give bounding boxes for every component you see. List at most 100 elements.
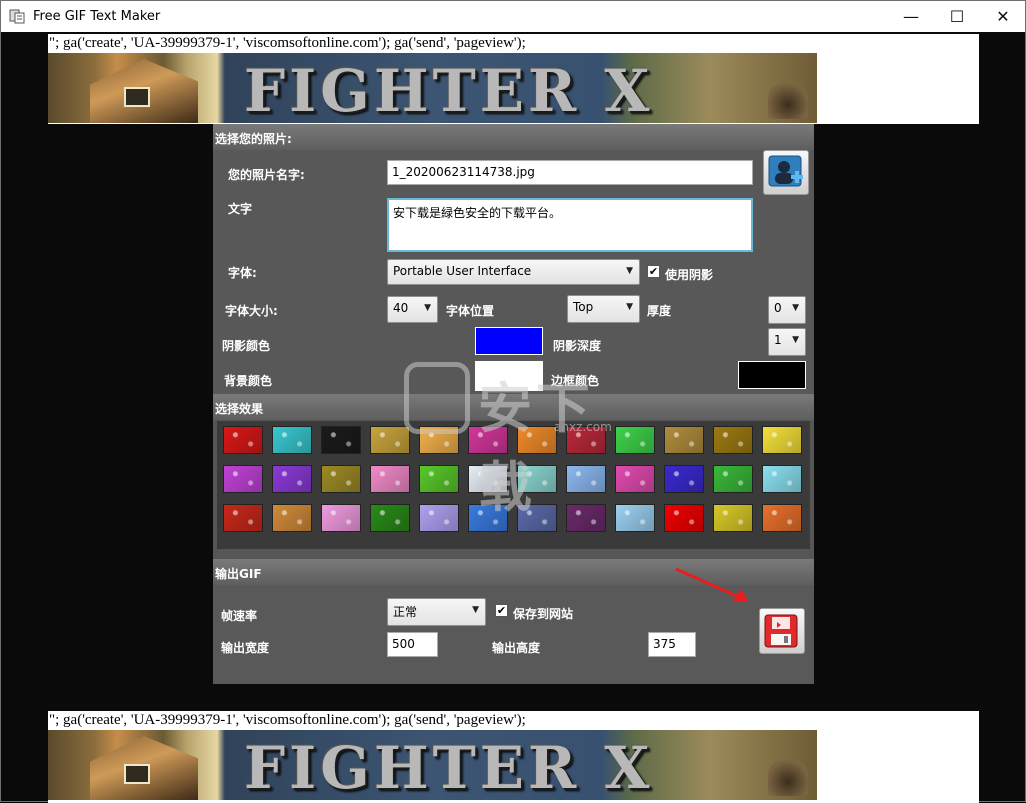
banner-logo-text: FIGHTER X (244, 57, 654, 123)
banner-barrel-art (768, 760, 808, 796)
effect-green-glitter[interactable] (615, 426, 655, 454)
title-bar: Free GIF Text Maker — ☐ ✕ (1, 1, 1025, 32)
save-to-site-checkbox[interactable]: ✔ (495, 604, 508, 617)
photo-name-input[interactable]: 1_20200623114738.jpg (387, 160, 753, 185)
browse-photo-button[interactable] (763, 150, 809, 195)
app-window: Free GIF Text Maker — ☐ ✕ "; ga('create'… (0, 0, 1026, 803)
effect-orange-stars[interactable] (517, 426, 557, 454)
effect-olive-glitter[interactable] (321, 465, 361, 493)
effect-gold-bar[interactable] (713, 426, 753, 454)
output-width-label: 输出宽度 (221, 641, 270, 655)
output-height-label: 输出高度 (492, 641, 541, 655)
effect-purple-sparkle[interactable] (272, 465, 312, 493)
shadow-depth-label: 阴影深度 (553, 339, 602, 353)
effect-yellow-shine[interactable] (762, 426, 802, 454)
user-add-icon (768, 155, 803, 187)
use-shadow-label: 使用阴影 (665, 268, 714, 282)
text-label: 文字 (228, 202, 253, 216)
effect-blue-night-stars[interactable] (664, 465, 704, 493)
chevron-down-icon: ▼ (792, 303, 799, 313)
close-button[interactable]: ✕ (980, 1, 1026, 32)
save-to-site-label: 保存到网站 (513, 607, 574, 621)
font-position-label: 字体位置 (446, 304, 495, 318)
frame-rate-select[interactable]: 正常 ▼ (387, 598, 486, 626)
app-icon (9, 9, 25, 24)
effect-blue-waves[interactable] (566, 465, 606, 493)
minimize-button[interactable]: — (888, 1, 934, 32)
bottom-web-embed: "; ga('create', 'UA-39999379-1', 'viscom… (48, 711, 979, 803)
chevron-down-icon: ▼ (424, 303, 431, 313)
effect-snow-dots[interactable] (468, 465, 508, 493)
shadow-color-label: 阴影颜色 (222, 339, 271, 353)
border-color-swatch[interactable] (738, 361, 806, 389)
banner-house-window (124, 87, 150, 107)
fighter-x-banner[interactable]: FIGHTER X (48, 730, 817, 800)
window-title: Free GIF Text Maker (33, 9, 161, 24)
effect-aqua-rays[interactable] (762, 465, 802, 493)
effects-grid (217, 421, 810, 549)
effect-green-gradient[interactable] (370, 504, 410, 532)
fighter-x-banner[interactable]: FIGHTER X (48, 53, 817, 123)
photo-section-body: 您的照片名字: 1_20200623114738.jpg 文字 安下载是緑色安全… (213, 150, 814, 394)
chevron-down-icon: ▼ (626, 302, 633, 312)
maximize-button[interactable]: ☐ (934, 1, 980, 32)
shadow-depth-value: 1 (774, 333, 782, 347)
thickness-value: 0 (774, 301, 782, 315)
banner-barrel-art (768, 83, 808, 119)
output-width-input[interactable]: 500 (387, 632, 438, 657)
frame-rate-label: 帧速率 (221, 609, 258, 623)
font-position-value: Top (573, 300, 594, 314)
shadow-depth-select[interactable]: 1 ▼ (768, 328, 806, 356)
save-gif-button[interactable] (759, 608, 805, 654)
font-label: 字体: (228, 266, 257, 280)
chevron-down-icon: ▼ (792, 335, 799, 345)
top-web-embed: "; ga('create', 'UA-39999379-1', 'viscom… (48, 34, 979, 124)
effect-green-tiles[interactable] (713, 465, 753, 493)
effect-orange-rays[interactable] (762, 504, 802, 532)
use-shadow-checkbox[interactable]: ✔ (647, 265, 660, 278)
bg-color-swatch[interactable] (475, 361, 543, 391)
effect-pink-stars[interactable] (468, 426, 508, 454)
photo-section-header: 选择您的照片: (213, 124, 814, 150)
thickness-label: 厚度 (647, 304, 672, 318)
effect-pastel-dots[interactable] (615, 504, 655, 532)
border-color-label: 边框颜色 (551, 374, 600, 388)
font-size-select[interactable]: 40 ▼ (387, 296, 438, 323)
font-position-select[interactable]: Top ▼ (567, 295, 640, 323)
effect-teal-swirl[interactable] (517, 465, 557, 493)
effect-plum-sparkle[interactable] (566, 504, 606, 532)
effect-solid-red[interactable] (664, 504, 704, 532)
bg-color-label: 背景颜色 (224, 374, 273, 388)
effect-silver-sparkle[interactable] (517, 504, 557, 532)
effect-pink-dots[interactable] (370, 465, 410, 493)
effect-cyan-glitter[interactable] (272, 426, 312, 454)
effect-lavender-glow[interactable] (419, 504, 459, 532)
effect-usa-flag[interactable] (566, 426, 606, 454)
analytics-script-text: "; ga('create', 'UA-39999379-1', 'viscom… (49, 35, 526, 51)
red-pointer-arrow-icon (675, 567, 749, 602)
effect-yellow-glitter[interactable] (713, 504, 753, 532)
effect-magenta-stars[interactable] (223, 465, 263, 493)
effect-bronze-glitter[interactable] (664, 426, 704, 454)
effect-black-stars[interactable] (321, 426, 361, 454)
effect-green-splash[interactable] (419, 465, 459, 493)
font-size-label: 字体大小: (225, 304, 278, 318)
effect-orange-stones[interactable] (272, 504, 312, 532)
font-select[interactable]: Portable User Interface ▼ (387, 259, 640, 285)
text-input[interactable]: 安下载是緑色安全的下载平台。 (387, 198, 753, 252)
effect-blue-glitter[interactable] (468, 504, 508, 532)
shadow-color-swatch[interactable] (475, 327, 543, 355)
effect-pink-tiles[interactable] (321, 504, 361, 532)
effect-fire-sparkle[interactable] (223, 504, 263, 532)
banner-logo-text: FIGHTER X (244, 734, 654, 800)
effect-red-sparkle[interactable] (223, 426, 263, 454)
spacer (213, 549, 814, 559)
output-height-input[interactable]: 375 (648, 632, 696, 657)
effect-orange-flare[interactable] (419, 426, 459, 454)
banner-house-window (124, 764, 150, 784)
thickness-select[interactable]: 0 ▼ (768, 296, 806, 324)
floppy-disk-icon (764, 614, 798, 648)
effect-gold-glitter[interactable] (370, 426, 410, 454)
effect-rainbow-burst[interactable] (615, 465, 655, 493)
chevron-down-icon: ▼ (472, 605, 479, 615)
